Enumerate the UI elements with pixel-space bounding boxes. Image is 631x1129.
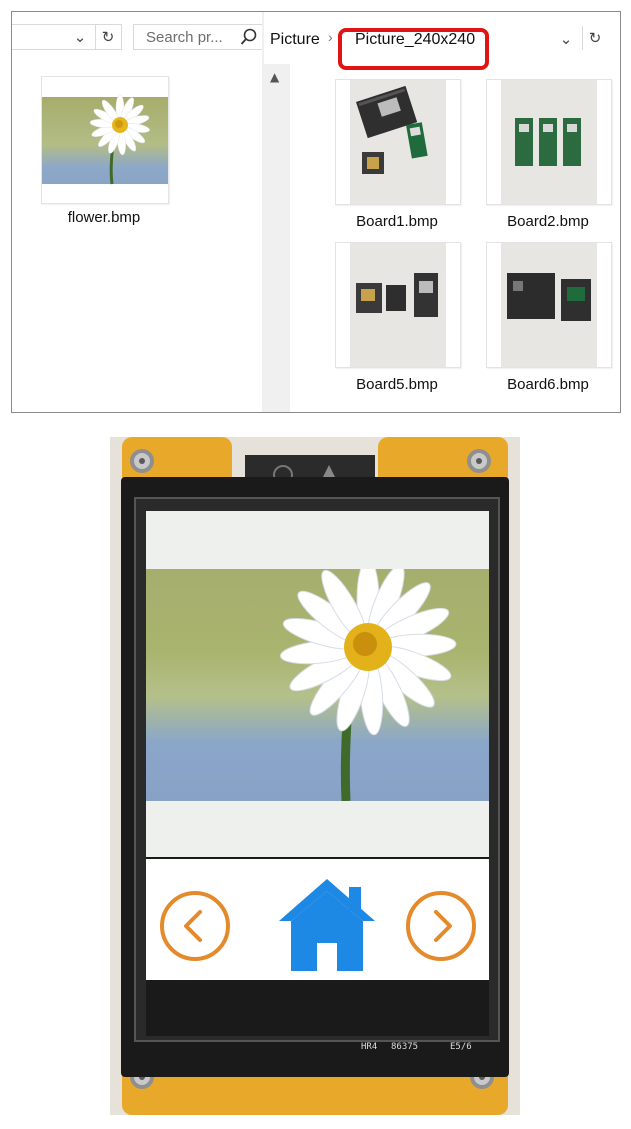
board5-image xyxy=(350,243,446,367)
file-thumbnail-flower[interactable] xyxy=(41,76,169,204)
refresh-icon[interactable]: ↻ xyxy=(582,26,607,50)
home-button[interactable] xyxy=(277,877,377,973)
mounting-hole xyxy=(467,449,491,473)
board2-image xyxy=(501,80,597,204)
home-icon xyxy=(279,879,375,971)
file-thumbnail-board1[interactable] xyxy=(335,79,461,205)
search-input[interactable]: Search pr... xyxy=(133,24,263,50)
highlight-box xyxy=(338,28,489,70)
next-button[interactable] xyxy=(406,891,476,961)
file-name-board6[interactable]: Board6.bmp xyxy=(478,376,618,393)
screen-bottom-edge xyxy=(146,980,489,1036)
search-icon[interactable] xyxy=(240,27,258,47)
chevron-left-icon xyxy=(184,910,202,942)
mounting-hole xyxy=(130,449,154,473)
prev-button[interactable] xyxy=(160,891,230,961)
chevron-down-icon[interactable]: ⌄ xyxy=(71,27,89,47)
board6-image xyxy=(501,243,597,367)
displayed-picture xyxy=(146,558,489,802)
silkscreen-text: E5/6 xyxy=(450,1042,472,1052)
file-name-board5[interactable]: Board5.bmp xyxy=(327,376,467,393)
vertical-scrollbar[interactable]: ▲ xyxy=(264,64,290,412)
file-name-board1[interactable]: Board1.bmp xyxy=(327,213,467,230)
flower-image xyxy=(42,77,168,203)
file-thumbnail-board5[interactable] xyxy=(335,242,461,368)
breadcrumb-picture[interactable]: Picture xyxy=(270,31,320,49)
board1-image xyxy=(350,80,446,204)
left-explorer-pane: ⌄ ↻ Search pr... flower.bmp xyxy=(12,12,263,412)
touch-navbar xyxy=(146,859,489,980)
breadcrumb-separator: › xyxy=(328,29,333,45)
refresh-icon[interactable]: ↻ xyxy=(95,25,120,49)
tft-screen xyxy=(146,511,489,1036)
address-bar-left[interactable]: ⌄ ↻ xyxy=(12,24,122,50)
file-thumbnail-board2[interactable] xyxy=(486,79,612,205)
right-explorer-pane: Picture › Picture_240x240 ⌄ ↻ ▲ Board1.b… xyxy=(264,12,620,412)
flower-image xyxy=(279,558,457,802)
file-name-flower[interactable]: flower.bmp xyxy=(34,209,174,226)
scroll-up-icon[interactable]: ▲ xyxy=(270,70,279,84)
search-placeholder: Search pr... xyxy=(146,29,223,46)
silkscreen-text: HR4 xyxy=(361,1042,378,1052)
chevron-right-icon xyxy=(434,910,452,942)
device-photo: HR4 86375 E5/6 xyxy=(110,437,520,1115)
silkscreen-text: 86375 xyxy=(391,1042,419,1052)
chevron-down-icon[interactable]: ⌄ xyxy=(557,29,575,49)
file-explorer-screenshot: ⌄ ↻ Search pr... flower.bmp Picture › Pi… xyxy=(11,11,621,413)
file-name-board2[interactable]: Board2.bmp xyxy=(478,213,618,230)
file-thumbnail-board6[interactable] xyxy=(486,242,612,368)
